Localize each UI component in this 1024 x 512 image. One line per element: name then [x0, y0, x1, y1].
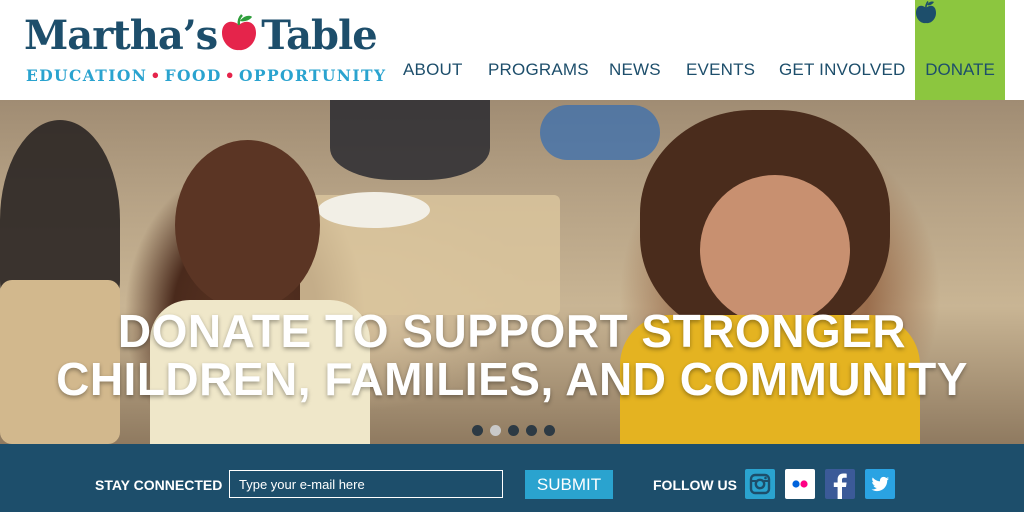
apple-icon: [219, 13, 259, 53]
tagline-separator: •: [150, 66, 162, 85]
hero-toy-blue: [540, 105, 660, 160]
twitter-icon[interactable]: [865, 469, 895, 499]
hero-boy-face: [175, 140, 320, 310]
slide-dot[interactable]: [526, 425, 537, 436]
nav-item-news[interactable]: NEWS: [609, 60, 661, 80]
site-header: Martha’s Table EDUCATION • FOOD • OPPORTUNIT…: [0, 0, 1024, 122]
slide-dot[interactable]: [544, 425, 555, 436]
tagline-opportunity: OPPORTUNITY: [239, 66, 387, 85]
newsletter-bar: STAY CONNECTED SUBMIT FOLLOW US: [0, 444, 1024, 512]
hero-girl-face: [700, 175, 850, 325]
nav-item-about[interactable]: ABOUT: [403, 60, 463, 80]
apple-icon: [916, 1, 936, 24]
hero-plate: [318, 192, 430, 228]
nav-item-programs[interactable]: PROGRAMS: [488, 60, 589, 80]
submit-button[interactable]: SUBMIT: [525, 470, 613, 499]
hero-caption-line2: CHILDREN, FAMILIES, AND COMMUNITY: [56, 353, 968, 405]
logo-name-part2: Table: [261, 12, 377, 59]
nav-item-get-involved[interactable]: GET INVOLVED: [779, 60, 905, 80]
slide-dot-active[interactable]: [490, 425, 501, 436]
logo-tagline: EDUCATION • FOOD • OPPORTUNITY: [26, 66, 386, 85]
site-logo[interactable]: Martha’s Table EDUCATION • FOOD • OPPORTUNIT…: [24, 8, 385, 88]
hero-caption-line1: DONATE TO SUPPORT STRONGER: [117, 305, 907, 357]
stay-connected-label: STAY CONNECTED: [95, 477, 223, 493]
donate-label: DONATE: [925, 60, 995, 79]
logo-title: Martha’s Table: [24, 10, 378, 62]
slide-dot[interactable]: [508, 425, 519, 436]
tagline-education: EDUCATION: [26, 66, 148, 85]
follow-us-label: FOLLOW US: [653, 477, 737, 493]
tagline-separator: •: [224, 66, 237, 85]
nav-item-events[interactable]: EVENTS: [686, 60, 755, 80]
hero-slideshow: DONATE TO SUPPORT STRONGER CHILDREN, FAM…: [0, 100, 1024, 444]
email-input[interactable]: [229, 470, 503, 498]
hero-background-adult: [330, 100, 490, 180]
logo-name-part1: Martha’s: [24, 12, 218, 59]
facebook-icon[interactable]: [825, 469, 855, 499]
instagram-icon[interactable]: [745, 469, 775, 499]
slide-dot[interactable]: [472, 425, 483, 436]
flickr-icon[interactable]: [785, 469, 815, 499]
tagline-food: FOOD: [164, 66, 222, 85]
